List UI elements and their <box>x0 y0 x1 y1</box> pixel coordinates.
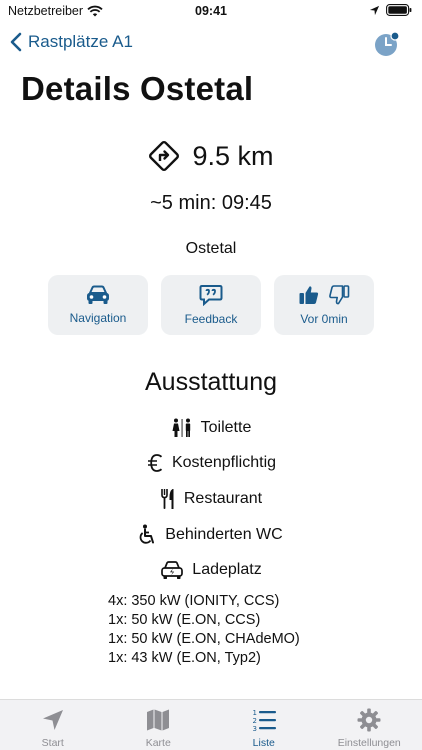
map-icon <box>147 709 170 731</box>
amenity-label: Restaurant <box>183 489 263 507</box>
tab-start[interactable]: Start <box>0 700 106 750</box>
navigation-button-label: Navigation <box>69 311 127 325</box>
thumbs-up-icon[interactable] <box>298 284 320 306</box>
back-button-label: Rastplätze A1 <box>28 32 133 51</box>
chevron-left-icon <box>10 32 22 52</box>
svg-text:3: 3 <box>252 725 256 733</box>
thumbs-down-icon[interactable] <box>328 284 350 306</box>
clock-icon[interactable] <box>374 31 400 57</box>
charger-line: 4x: 350 kW (IONITY, CCS) <box>108 593 280 609</box>
charger-list: 4x: 350 kW (IONITY, CCS) 1x: 50 kW (E.ON… <box>108 592 300 668</box>
tab-einstellungen[interactable]: Einstellungen <box>317 700 422 750</box>
charger-line: 1x: 50 kW (E.ON, CCS) <box>108 612 261 628</box>
wheelchair-icon <box>139 524 157 546</box>
status-time: 09:41 <box>195 4 227 18</box>
svg-text:1: 1 <box>252 709 256 717</box>
svg-text:2: 2 <box>252 717 256 725</box>
rating-icons <box>298 284 350 306</box>
distance-row: 9.5 km <box>0 140 422 172</box>
distance-value: 9.5 km <box>192 140 274 171</box>
toilet-icon <box>171 418 193 438</box>
tab-liste[interactable]: 1 2 3 Liste <box>211 700 317 750</box>
tab-karte[interactable]: Karte <box>106 700 212 750</box>
battery-icon <box>386 4 412 16</box>
tab-label: Liste <box>252 737 275 749</box>
amenity-label: Behinderten WC <box>165 525 283 543</box>
gear-icon <box>357 708 381 732</box>
status-bar: Netzbetreiber 09:41 <box>0 0 422 24</box>
tab-label: Karte <box>145 737 171 749</box>
car-icon <box>87 285 109 304</box>
rating-button-label: Vor 0min <box>300 312 348 326</box>
tab-label: Einstellungen <box>337 737 401 749</box>
eta-label: ~5 min: 09:45 <box>150 192 272 214</box>
restaurant-icon <box>160 488 176 510</box>
amenities-title: Ausstattung <box>144 368 278 396</box>
location-arrow-icon <box>42 710 63 730</box>
page-title: Details Ostetal <box>21 70 254 107</box>
location-services-icon <box>369 5 380 15</box>
ev-charging-icon <box>160 560 184 580</box>
action-buttons: Navigation Feedback Vor 0min <box>48 275 374 335</box>
amenity-ev-charging: Ladeplatz <box>0 552 422 588</box>
charger-line: 1x: 43 kW (E.ON, Typ2) <box>108 650 261 666</box>
amenities-list: Toilette Kostenpflichtig Restaurant Behi… <box>0 410 422 588</box>
amenity-accessible-wc: Behinderten WC <box>0 517 422 553</box>
feedback-button-label: Feedback <box>184 312 238 326</box>
back-button[interactable]: Rastplätze A1 <box>10 32 133 52</box>
tab-label: Start <box>41 737 64 749</box>
amenity-label: Ladeplatz <box>192 561 262 579</box>
amenity-restaurant: Restaurant <box>0 481 422 517</box>
list-icon: 1 2 3 <box>252 709 276 733</box>
amenity-paid: Kostenpflichtig <box>0 446 422 482</box>
charger-line: 1x: 50 kW (E.ON, CHAdeMO) <box>108 631 300 647</box>
place-name: Ostetal <box>185 240 237 257</box>
feedback-button[interactable]: Feedback <box>161 275 261 335</box>
speech-bubble-icon <box>199 285 223 306</box>
status-right <box>369 4 412 16</box>
turn-right-icon <box>149 140 180 172</box>
navigation-bar: Rastplätze A1 <box>0 26 422 62</box>
amenity-label: Kostenpflichtig <box>171 454 277 472</box>
amenity-toilet: Toilette <box>0 410 422 446</box>
rating-button[interactable]: Vor 0min <box>274 275 374 335</box>
tab-bar: Start Karte 1 2 3 Liste Einstellungen <box>0 699 422 750</box>
euro-icon <box>146 453 164 473</box>
amenity-label: Toilette <box>200 418 252 436</box>
navigation-button[interactable]: Navigation <box>48 275 148 335</box>
